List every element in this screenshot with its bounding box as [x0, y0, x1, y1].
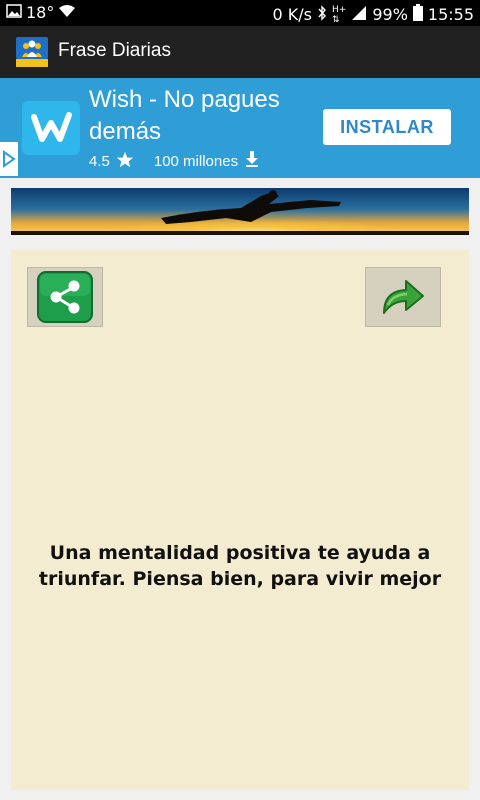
ad-downloads: 100 millones [153, 152, 239, 170]
next-quote-button[interactable] [365, 267, 441, 327]
forward-arrow-icon [383, 280, 424, 314]
quote-text: Una mentalidad positiva te ayuda a triun… [38, 542, 442, 590]
share-button[interactable] [27, 267, 103, 327]
battery-icon [412, 4, 423, 25]
signal-icon [351, 5, 367, 25]
ad-rating: 4.5 [89, 152, 110, 170]
quote-card: Una mentalidad positiva te ayuda a triun… [11, 250, 469, 790]
battery-percent: 99% [372, 4, 408, 24]
clock: 15:55 [427, 4, 474, 24]
header-banner-image [11, 188, 469, 235]
wifi-icon [58, 4, 76, 22]
status-bar: 18° 0 K/s H+ ⇅ 99% 15:55 [0, 0, 480, 26]
status-left: 18° [6, 4, 76, 22]
wish-logo-icon[interactable] [22, 101, 80, 155]
ad-title[interactable]: Wish - No pagues demás [89, 84, 309, 148]
download-icon [244, 150, 260, 172]
adchoices-icon[interactable] [0, 142, 18, 176]
image-icon [6, 4, 22, 22]
temperature: 18° [26, 3, 55, 22]
ad-banner[interactable]: Wish - No pagues demás 4.5 100 millones … [0, 78, 480, 178]
bluetooth-icon [317, 4, 327, 25]
network-speed: 0 K/s [272, 4, 313, 24]
app-logo-icon [16, 37, 48, 67]
ad-meta: 4.5 100 millones [89, 150, 260, 172]
star-icon [116, 151, 134, 172]
data-icon: H+ ⇅ [332, 4, 347, 25]
share-icon [37, 271, 93, 323]
app-bar: Frase Diarias [0, 26, 480, 78]
install-button[interactable]: INSTALAR [323, 109, 451, 145]
app-title: Frase Diarias [58, 40, 171, 61]
status-right: 0 K/s H+ ⇅ 99% 15:55 [273, 4, 474, 25]
